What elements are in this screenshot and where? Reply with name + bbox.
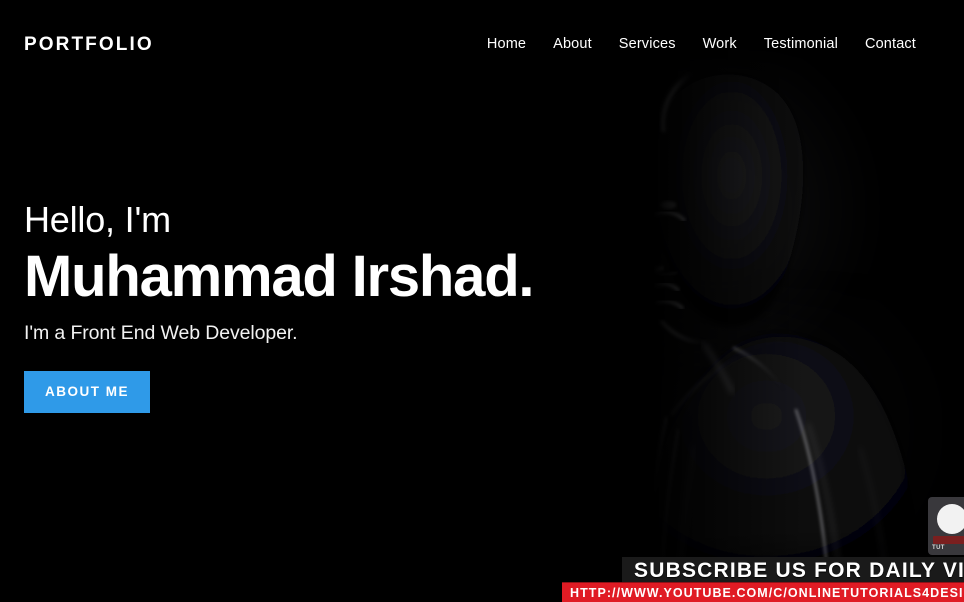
main-navigation: Home About Services Work Testimonial Con… [487, 36, 916, 52]
hero-name: Muhammad Irshad. [24, 244, 535, 310]
nav-item-home[interactable]: Home [487, 36, 526, 52]
promo-headline: SUBSCRIBE US FOR DAILY VI [634, 559, 964, 582]
site-header: PORTFOLIO Home About Services Work Testi… [0, 0, 964, 88]
subscribe-label: TUT [932, 545, 945, 551]
about-me-button[interactable]: ABOUT ME [24, 371, 150, 413]
nav-item-work[interactable]: Work [703, 36, 737, 52]
nav-item-services[interactable]: Services [619, 36, 676, 52]
nav-item-about[interactable]: About [553, 36, 592, 52]
nav-item-testimonial[interactable]: Testimonial [764, 36, 838, 52]
youtube-channel-watermark[interactable]: TUT [928, 497, 964, 555]
hero-content: Hello, I'm Muhammad Irshad. I'm a Front … [24, 199, 664, 413]
hero-greeting: Hello, I'm [24, 199, 171, 240]
promo-url: HTTP://WWW.YOUTUBE.COM/C/ONLINETUTORIALS… [570, 586, 964, 600]
hero-role: I'm a Front End Web Developer. [24, 321, 298, 344]
promo-headline-bar: SUBSCRIBE US FOR DAILY VI [622, 557, 964, 585]
channel-avatar-icon [937, 504, 964, 534]
portfolio-landing-page: PORTFOLIO Home About Services Work Testi… [0, 0, 964, 602]
brand-logo[interactable]: PORTFOLIO [24, 35, 154, 54]
nav-item-contact[interactable]: Contact [865, 36, 916, 52]
promo-url-bar: HTTP://WWW.YOUTUBE.COM/C/ONLINETUTORIALS… [562, 582, 964, 602]
subscribe-button-pill[interactable] [933, 536, 964, 544]
